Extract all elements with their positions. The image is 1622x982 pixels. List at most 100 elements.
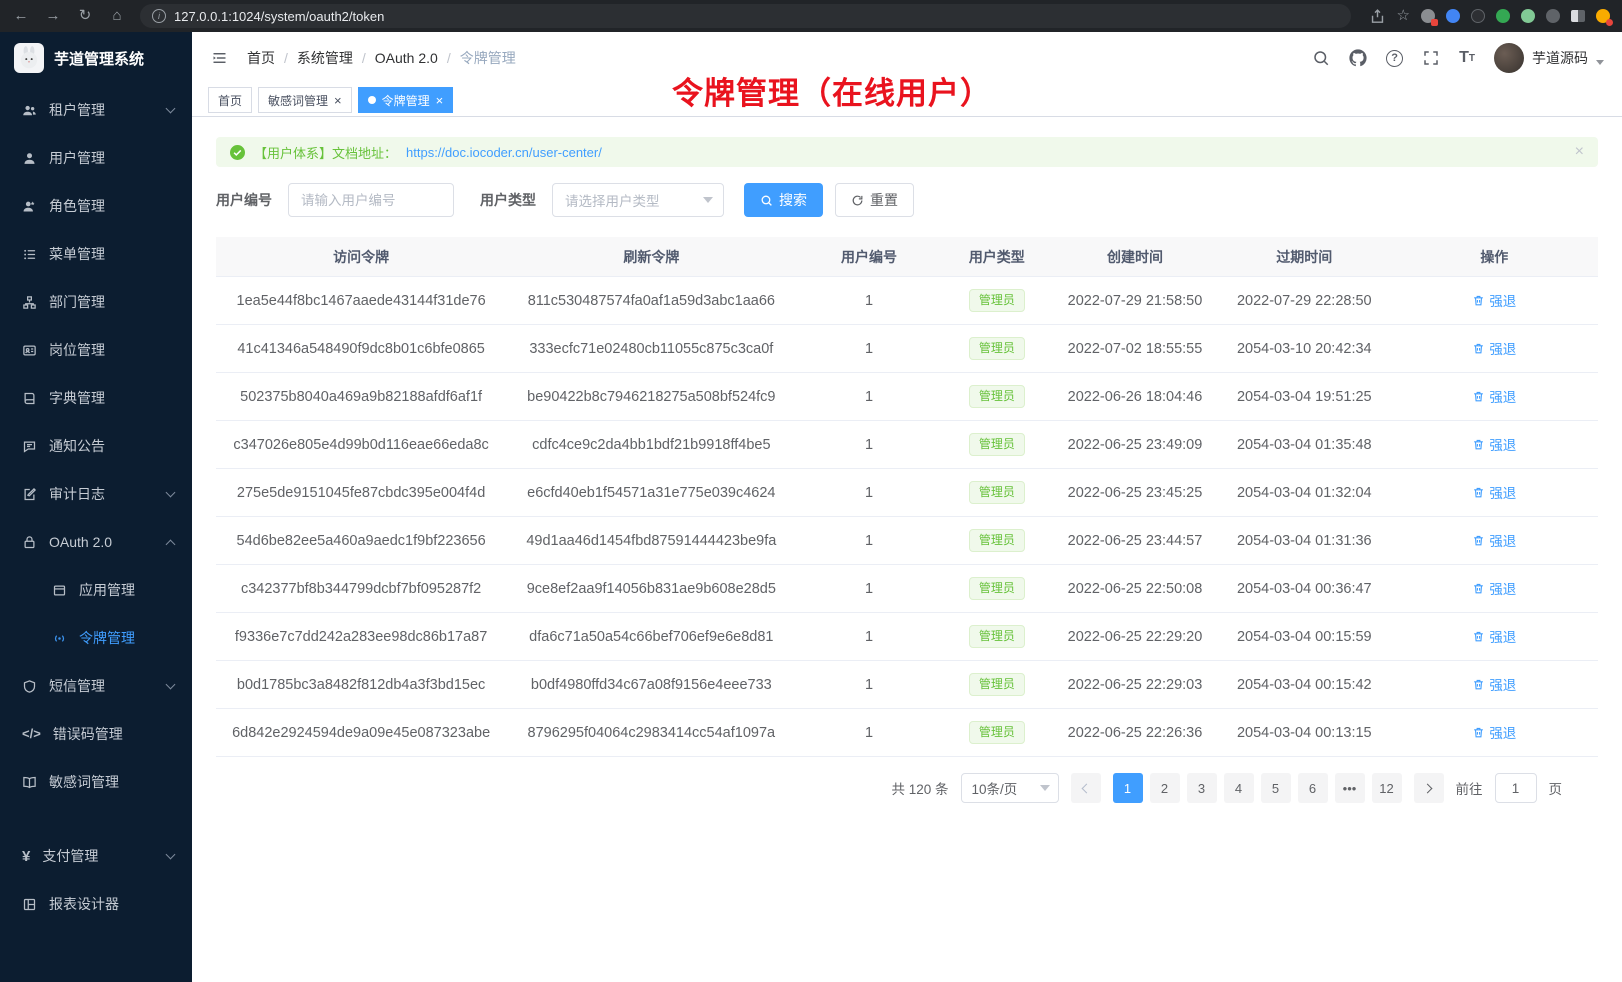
force-logout-button[interactable]: 强退 <box>1472 338 1516 358</box>
force-logout-button[interactable]: 强退 <box>1472 482 1516 502</box>
fullscreen-icon[interactable] <box>1422 49 1440 67</box>
close-icon[interactable]: × <box>1575 144 1584 160</box>
sidebar-item-user[interactable]: 用户管理 <box>0 134 192 182</box>
sidebar-item-dict[interactable]: 字典管理 <box>0 374 192 422</box>
browser-forward-icon[interactable]: → <box>44 0 62 32</box>
breadcrumb-home[interactable]: 首页 <box>247 48 275 68</box>
caret-down-icon <box>1040 785 1050 791</box>
force-logout-button[interactable]: 强退 <box>1472 578 1516 598</box>
next-page-button[interactable] <box>1414 773 1444 803</box>
tab-label: 敏感词管理 <box>268 92 328 109</box>
sidebar-item-notice[interactable]: 通知公告 <box>0 422 192 470</box>
sidebar-item-post[interactable]: 岗位管理 <box>0 326 192 374</box>
sidebar-item-oauth2[interactable]: OAuth 2.0 <box>0 518 192 566</box>
sidebar-item-label: 应用管理 <box>79 580 135 600</box>
sidebar-item-label: 通知公告 <box>49 436 105 456</box>
prev-page-button[interactable] <box>1071 773 1101 803</box>
action-cell: 强退 <box>1391 386 1598 407</box>
site-info-icon[interactable]: i <box>152 9 166 23</box>
sidebar-item-tenant[interactable]: 租户管理 <box>0 86 192 134</box>
hamburger-icon[interactable] <box>210 50 229 66</box>
avatar <box>1494 43 1524 73</box>
col-user-id: 用户编号 <box>796 247 941 267</box>
user-type-cell: 管理员 <box>942 289 1053 311</box>
trash-icon <box>1472 486 1485 499</box>
tab-sensitive-word[interactable]: 敏感词管理 × <box>258 87 352 113</box>
access-token-cell: c347026e805e4d99b0d116eae66eda8c <box>216 437 506 453</box>
page-button[interactable]: 1 <box>1113 773 1143 803</box>
page-button[interactable]: 6 <box>1298 773 1328 803</box>
force-logout-button[interactable]: 强退 <box>1472 674 1516 694</box>
page-button[interactable]: 5 <box>1261 773 1291 803</box>
extension-icon[interactable] <box>1546 9 1560 23</box>
help-icon[interactable]: ? <box>1386 50 1403 67</box>
close-icon[interactable]: × <box>334 94 342 107</box>
reset-button[interactable]: 重置 <box>835 183 914 217</box>
expire-time-cell: 2054-03-04 00:15:42 <box>1218 677 1391 693</box>
user-dropdown[interactable]: 芋道源码 <box>1494 43 1604 73</box>
tab-token[interactable]: 令牌管理 × <box>358 87 454 113</box>
tab-home[interactable]: 首页 <box>208 87 252 113</box>
github-icon[interactable] <box>1349 49 1367 67</box>
breadcrumb-oauth2[interactable]: OAuth 2.0 <box>375 50 438 66</box>
sidebar-item-oauth2-app[interactable]: 应用管理 <box>0 566 192 614</box>
force-logout-button[interactable]: 强退 <box>1472 626 1516 646</box>
breadcrumb-system[interactable]: 系统管理 <box>297 48 353 68</box>
page-button[interactable]: 2 <box>1150 773 1180 803</box>
force-logout-button[interactable]: 强退 <box>1472 530 1516 550</box>
font-size-icon[interactable]: TT <box>1459 50 1475 66</box>
breadcrumb-separator: / <box>362 50 366 66</box>
extension-icon[interactable] <box>1521 9 1535 23</box>
action-cell: 强退 <box>1391 626 1598 647</box>
extension-icon[interactable] <box>1471 9 1485 23</box>
share-icon[interactable] <box>1369 8 1386 25</box>
close-icon[interactable]: × <box>436 94 444 107</box>
app-logo-row[interactable]: 芋道管理系统 <box>0 32 192 84</box>
sidebar-item-role[interactable]: 角色管理 <box>0 182 192 230</box>
sidebar-item-report-designer[interactable]: 报表设计器 <box>0 880 192 928</box>
user-type-cell: 管理员 <box>942 433 1053 455</box>
sidebar-item-payment[interactable]: ¥ 支付管理 <box>0 832 192 880</box>
yen-icon: ¥ <box>22 849 30 864</box>
sidebar-item-oauth2-token[interactable]: 令牌管理 <box>0 614 192 662</box>
user-type-select[interactable]: 请选择用户类型 <box>552 183 724 217</box>
create-time-cell: 2022-06-25 23:49:09 <box>1052 437 1218 453</box>
caret-down-icon <box>1596 60 1604 65</box>
browser-reload-icon[interactable]: ↻ <box>76 0 94 32</box>
expire-time-cell: 2054-03-04 00:13:15 <box>1218 725 1391 741</box>
extension-icon[interactable] <box>1496 9 1510 23</box>
profile-avatar-icon[interactable] <box>1596 9 1610 23</box>
search-icon[interactable] <box>1312 49 1330 67</box>
page-button[interactable]: 12 <box>1372 773 1402 803</box>
sidebar-item-dept[interactable]: 部门管理 <box>0 278 192 326</box>
address-bar[interactable]: i 127.0.0.1:1024/system/oauth2/token <box>140 4 1351 28</box>
refresh-token-cell: 811c530487574fa0af1a59d3abc1aa66 <box>506 293 796 309</box>
browser-home-icon[interactable]: ⌂ <box>108 0 126 32</box>
user-id-input[interactable] <box>288 183 454 217</box>
force-logout-button[interactable]: 强退 <box>1472 386 1516 406</box>
page-size-select[interactable]: 10条/页 <box>961 773 1059 803</box>
force-logout-button[interactable]: 强退 <box>1472 434 1516 454</box>
more-pages-button[interactable]: ••• <box>1335 773 1365 803</box>
side-panel-icon[interactable] <box>1571 10 1585 22</box>
sidebar-item-menu[interactable]: 菜单管理 <box>0 230 192 278</box>
sidebar-item-error-code[interactable]: </> 错误码管理 <box>0 710 192 758</box>
doc-link[interactable]: https://doc.iocoder.cn/user-center/ <box>406 145 602 160</box>
force-logout-button[interactable]: 强退 <box>1472 290 1516 310</box>
browser-back-icon[interactable]: ← <box>12 0 30 32</box>
bookmark-star-icon[interactable]: ☆ <box>1397 0 1410 32</box>
extension-icon[interactable] <box>1446 9 1460 23</box>
col-user-type: 用户类型 <box>942 247 1053 267</box>
sidebar-item-sms[interactable]: 短信管理 <box>0 662 192 710</box>
tab-label: 首页 <box>218 92 242 109</box>
force-logout-button[interactable]: 强退 <box>1472 722 1516 742</box>
goto-page-input[interactable] <box>1495 773 1537 803</box>
access-token-cell: 275e5de9151045fe87cbdc395e004f4d <box>216 485 506 501</box>
page-button[interactable]: 3 <box>1187 773 1217 803</box>
sidebar-item-audit-log[interactable]: 审计日志 <box>0 470 192 518</box>
extension-icon[interactable] <box>1421 9 1435 23</box>
user-type-cell: 管理员 <box>942 481 1053 503</box>
search-button[interactable]: 搜索 <box>744 183 823 217</box>
page-button[interactable]: 4 <box>1224 773 1254 803</box>
sidebar-item-sensitive-word[interactable]: 敏感词管理 <box>0 758 192 806</box>
